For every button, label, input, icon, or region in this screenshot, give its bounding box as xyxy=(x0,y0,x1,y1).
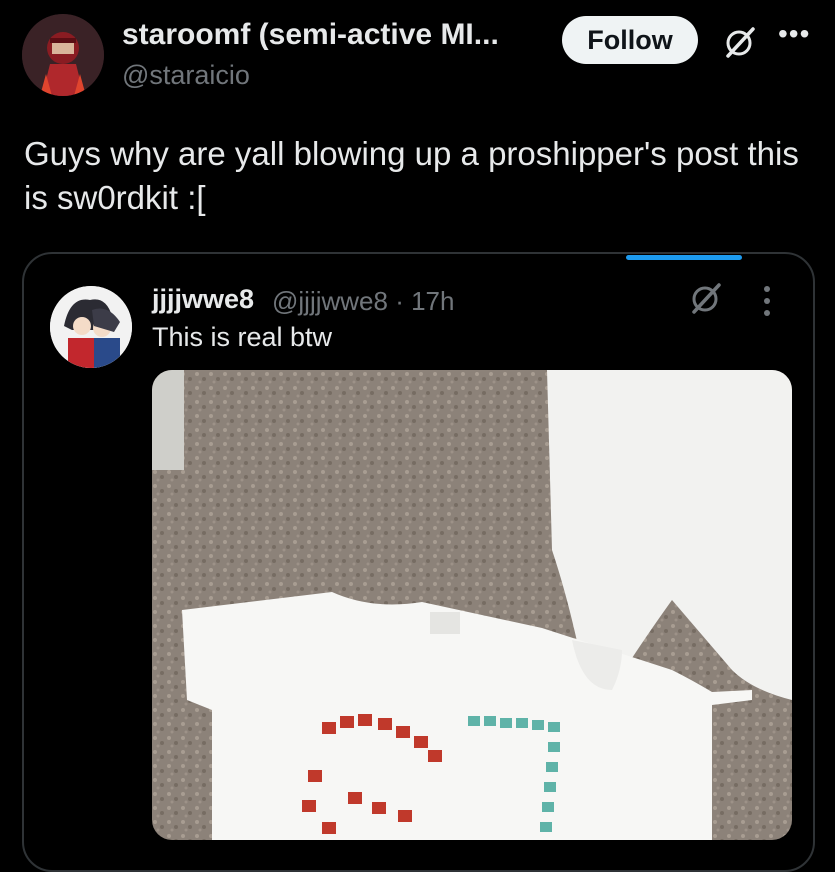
avatar-image xyxy=(22,14,104,96)
more-options-icon[interactable]: ••• xyxy=(778,18,810,50)
post-photo[interactable] xyxy=(152,370,792,840)
quoted-author-name[interactable]: jjjjwwe8 xyxy=(152,284,254,315)
follow-button[interactable]: Follow xyxy=(562,16,698,64)
author-display-name[interactable]: staroomf (semi-active MI... xyxy=(122,18,499,52)
quoted-more-options-icon[interactable] xyxy=(762,284,772,318)
quoted-author-avatar[interactable] xyxy=(50,286,132,368)
author-avatar[interactable] xyxy=(22,14,104,96)
author-handle[interactable]: @staraicio xyxy=(122,60,250,91)
quoted-handle-time[interactable]: @jjjjwwe8 · 17h xyxy=(272,286,454,317)
grok-icon[interactable] xyxy=(722,24,758,60)
post-text: Guys why are yall blowing up a proshippe… xyxy=(24,135,799,216)
photo-image xyxy=(152,370,792,840)
quoted-text: This is real btw xyxy=(152,322,333,352)
loading-indicator xyxy=(626,255,742,260)
quoted-grok-icon[interactable] xyxy=(688,280,724,316)
quoted-avatar-image xyxy=(50,286,132,368)
